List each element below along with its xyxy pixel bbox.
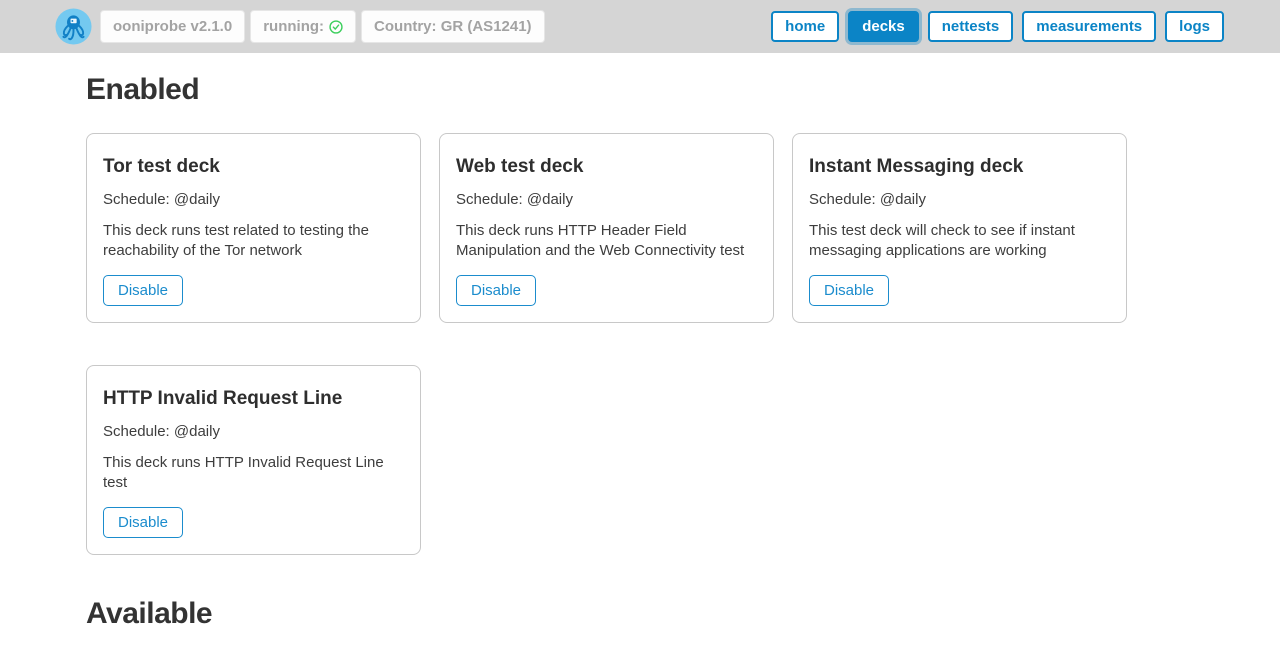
section-title-enabled: Enabled: [86, 73, 1194, 107]
deck-schedule: Schedule: @daily: [809, 191, 1110, 208]
nav-button-decks[interactable]: decks: [848, 11, 919, 42]
deck-description: This deck runs test related to testing t…: [103, 221, 404, 261]
section-title-available: Available: [86, 597, 1194, 631]
status-badge: ooniprobe v2.1.0: [100, 10, 245, 43]
disable-deck-button[interactable]: Disable: [456, 275, 536, 306]
deck-description: This deck runs HTTP Header Field Manipul…: [456, 221, 757, 261]
deck-description: This deck runs HTTP Invalid Request Line…: [103, 453, 404, 493]
deck-card: HTTP Invalid Request Line Schedule: @dai…: [86, 365, 421, 555]
status-badge: Country: GR (AS1241): [361, 10, 545, 43]
deck-description: This test deck will check to see if inst…: [809, 221, 1110, 261]
deck-schedule: Schedule: @daily: [456, 191, 757, 208]
deck-title: Instant Messaging deck: [809, 156, 1110, 178]
deck-title: Tor test deck: [103, 156, 404, 178]
topbar: ooniprobe v2.1.0 running: Country: GR (AS1…: [0, 0, 1280, 53]
deck-schedule: Schedule: @daily: [103, 191, 404, 208]
status-badge: running:: [250, 10, 356, 43]
disable-deck-button[interactable]: Disable: [103, 275, 183, 306]
disable-deck-button[interactable]: Disable: [809, 275, 889, 306]
status-badge-label: Country: GR (AS1241): [374, 18, 532, 35]
deck-card: Tor test deck Schedule: @daily This deck…: [86, 133, 421, 323]
nav-button-measurements[interactable]: measurements: [1022, 11, 1156, 42]
nav-button-logs[interactable]: logs: [1165, 11, 1224, 42]
deck-card: Web test deck Schedule: @daily This deck…: [439, 133, 774, 323]
status-badge-label: running:: [263, 18, 324, 35]
disable-deck-button[interactable]: Disable: [103, 507, 183, 538]
nav-button-home[interactable]: home: [771, 11, 839, 42]
ooni-logo-icon[interactable]: [55, 8, 92, 45]
deck-title: Web test deck: [456, 156, 757, 178]
status-badges: ooniprobe v2.1.0 running: Country: GR (AS1…: [100, 10, 545, 43]
deck-schedule: Schedule: @daily: [103, 423, 404, 440]
status-badge-label: ooniprobe v2.1.0: [113, 18, 232, 35]
enabled-decks-grid: Tor test deck Schedule: @daily This deck…: [86, 133, 1129, 555]
nav-button-nettests[interactable]: nettests: [928, 11, 1014, 42]
deck-card: Instant Messaging deck Schedule: @daily …: [792, 133, 1127, 323]
decks-page: Enabled Tor test deck Schedule: @daily T…: [0, 73, 1280, 654]
deck-title: HTTP Invalid Request Line: [103, 388, 404, 410]
check-circle-icon: [329, 20, 343, 34]
main-nav: home decks nettests measurements logs: [771, 11, 1224, 42]
